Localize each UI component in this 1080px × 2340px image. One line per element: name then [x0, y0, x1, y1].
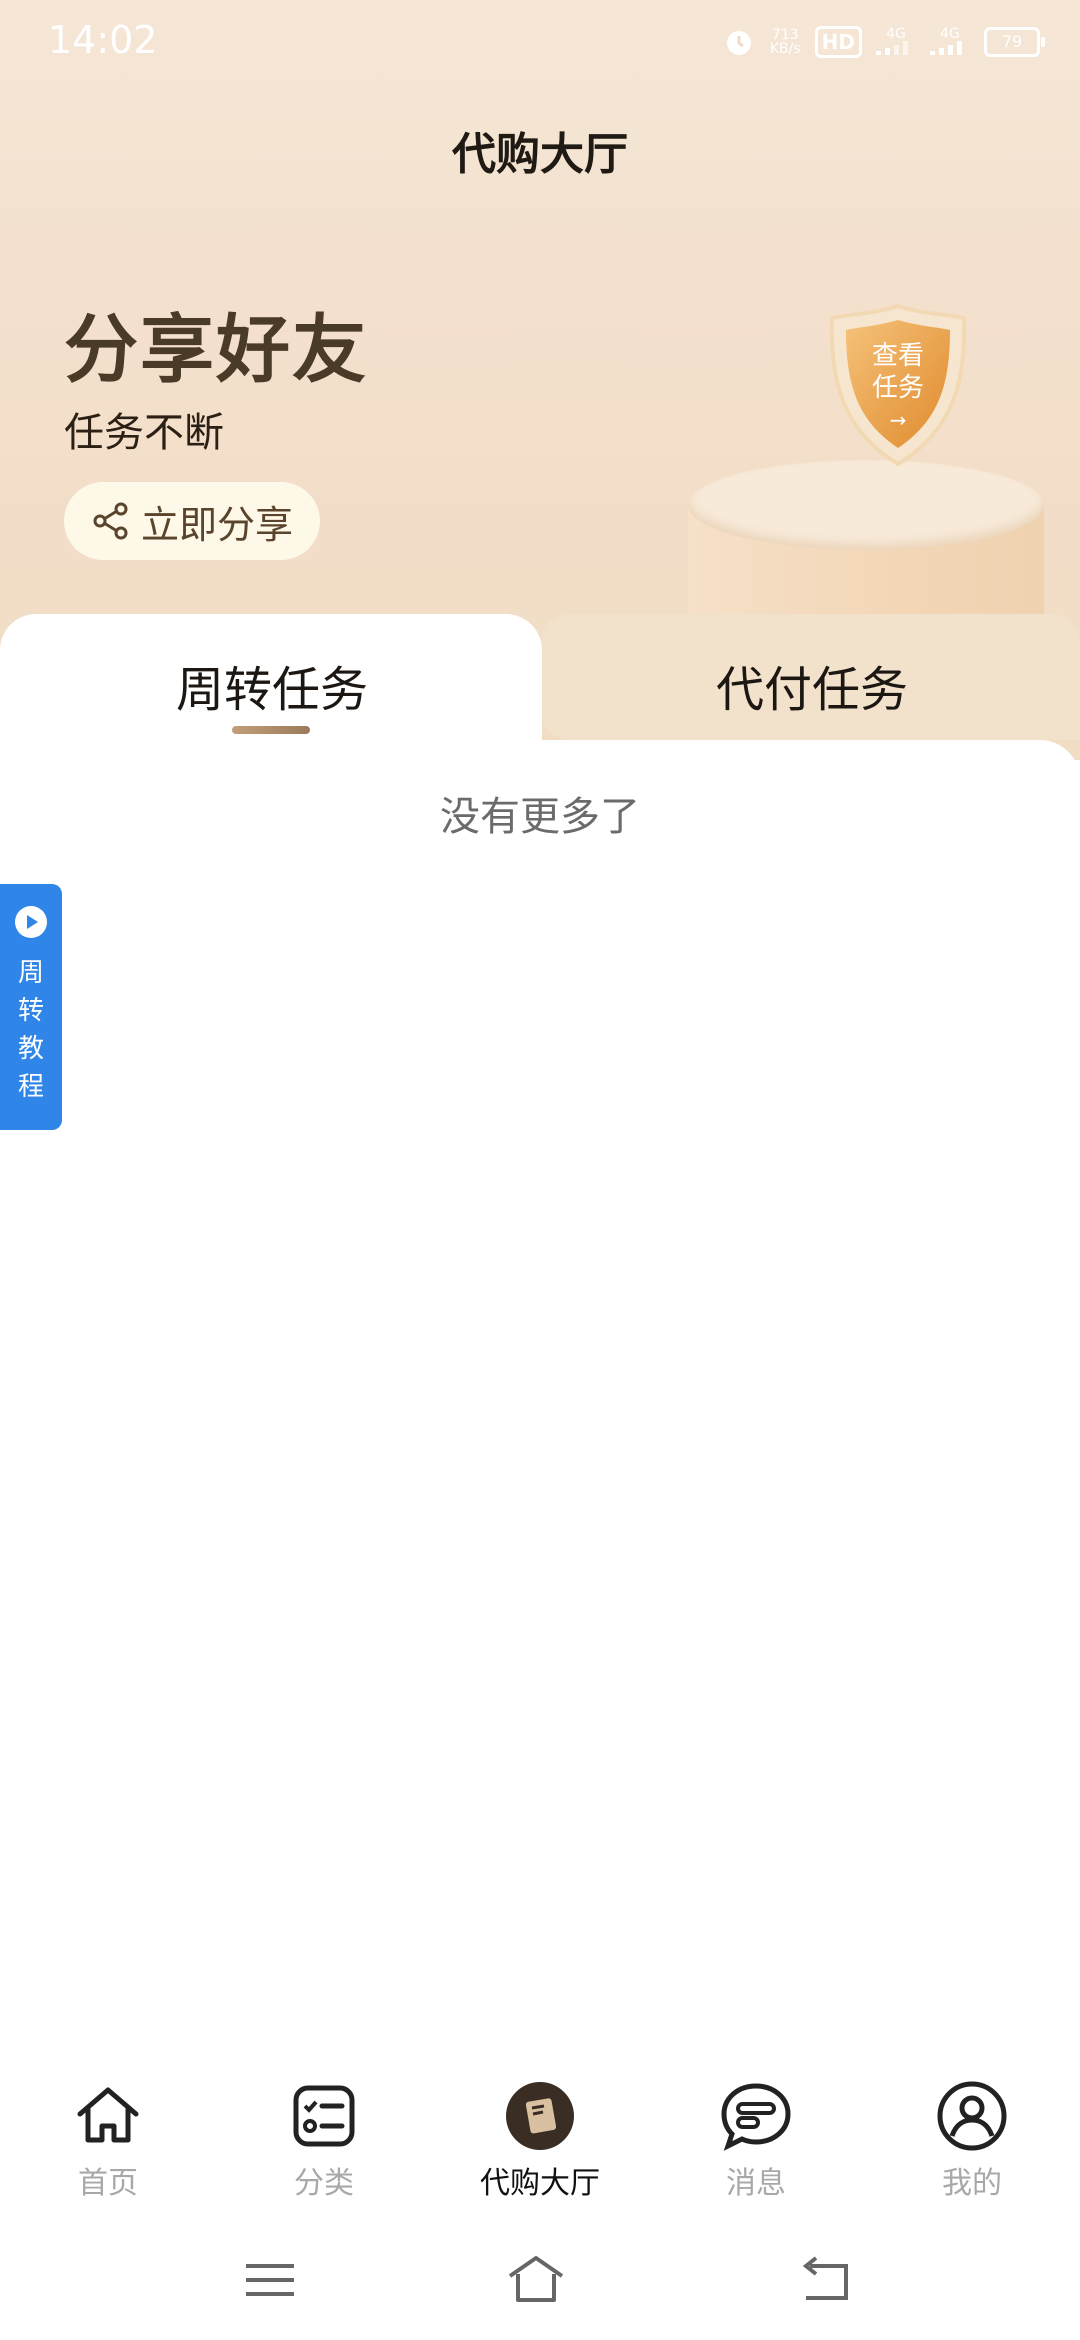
signal-bars-icon	[930, 40, 962, 55]
category-icon	[293, 2085, 355, 2147]
signal-bars-icon	[876, 40, 908, 55]
status-time: 14:02	[48, 18, 158, 62]
share-icon	[93, 502, 128, 540]
nav-item-profile[interactable]: 我的	[892, 2080, 1052, 2202]
nav-label-category: 分类	[294, 2166, 354, 2201]
nav-item-category[interactable]: 分类	[244, 2080, 404, 2202]
system-navigation-bar	[0, 2220, 1080, 2340]
net-speed-unit: KB/s	[769, 41, 801, 57]
system-home-icon	[508, 2256, 564, 2302]
hero-title: 分享好友	[64, 307, 368, 393]
signal-4g-2-label: 4G	[940, 25, 960, 42]
share-now-label: 立即分享	[140, 502, 293, 547]
badge-line2: 任务	[871, 373, 924, 403]
nav-item-purchase-hall[interactable]: 代购大厅	[460, 2080, 620, 2202]
net-speed-value: 713	[771, 27, 799, 43]
nav-item-messages[interactable]: 消息	[676, 2080, 836, 2202]
pedestal-top-decoration	[688, 460, 1044, 550]
nav-label-home: 首页	[78, 2166, 138, 2201]
hero-subtitle: 任务不断	[64, 410, 224, 456]
purchase-hall-icon	[506, 2082, 574, 2150]
task-list	[0, 740, 1080, 2060]
bottom-nav: 首页 分类 代购大厅 消息 我的	[0, 2066, 1080, 2206]
screen: 14:02 713 KB/s HD 4G 4G 79 代购大厅 分享好友 任务不…	[0, 0, 1080, 2340]
status-icons: 713 KB/s HD 4G 4G 79	[722, 22, 1045, 62]
status-bar: 14:02 713 KB/s HD 4G 4G 79	[0, 0, 1080, 84]
tab-turnover-tasks[interactable]: 周转任务	[176, 650, 368, 720]
nav-item-home[interactable]: 首页	[28, 2080, 188, 2202]
profile-icon	[937, 2081, 1007, 2151]
view-tasks-text: 查看 任务 →	[824, 340, 972, 436]
nav-label-purchase-hall: 代购大厅	[480, 2166, 600, 2201]
tutorial-label: 周转教程	[17, 958, 44, 1102]
battery-icon: 79	[984, 27, 1045, 57]
nav-label-profile: 我的	[942, 2166, 1002, 2201]
signal-4g-1: 4G	[876, 27, 916, 58]
signal-4g-1-label: 4G	[886, 25, 906, 42]
menu-icon	[246, 2264, 294, 2296]
alarm-icon	[726, 31, 751, 55]
back-icon	[802, 2256, 848, 2300]
tab-payment-tasks[interactable]: 代付任务	[716, 650, 908, 720]
system-back-button[interactable]	[796, 2250, 856, 2310]
nav-label-messages: 消息	[726, 2166, 786, 2201]
net-speed: 713 KB/s	[770, 28, 801, 56]
home-icon	[77, 2087, 139, 2143]
system-home-button[interactable]	[506, 2250, 566, 2310]
share-now-button[interactable]: 立即分享	[64, 482, 320, 560]
message-icon	[721, 2083, 791, 2151]
tab-active-indicator	[232, 726, 310, 734]
recent-apps-button[interactable]	[240, 2250, 300, 2310]
view-tasks-badge[interactable]: 查看 任务 →	[824, 300, 972, 470]
play-icon	[15, 906, 47, 938]
badge-line1: 查看	[871, 341, 924, 371]
signal-4g-2: 4G	[930, 27, 970, 58]
turnover-tutorial-button[interactable]: 周转教程	[0, 884, 62, 1130]
arrow-right-icon: →	[889, 408, 907, 432]
empty-list-text: 没有更多了	[440, 794, 640, 840]
task-tabs: 周转任务 代付任务	[0, 614, 1080, 754]
hd-badge: HD	[814, 26, 862, 58]
page-title: 代购大厅	[452, 129, 628, 180]
